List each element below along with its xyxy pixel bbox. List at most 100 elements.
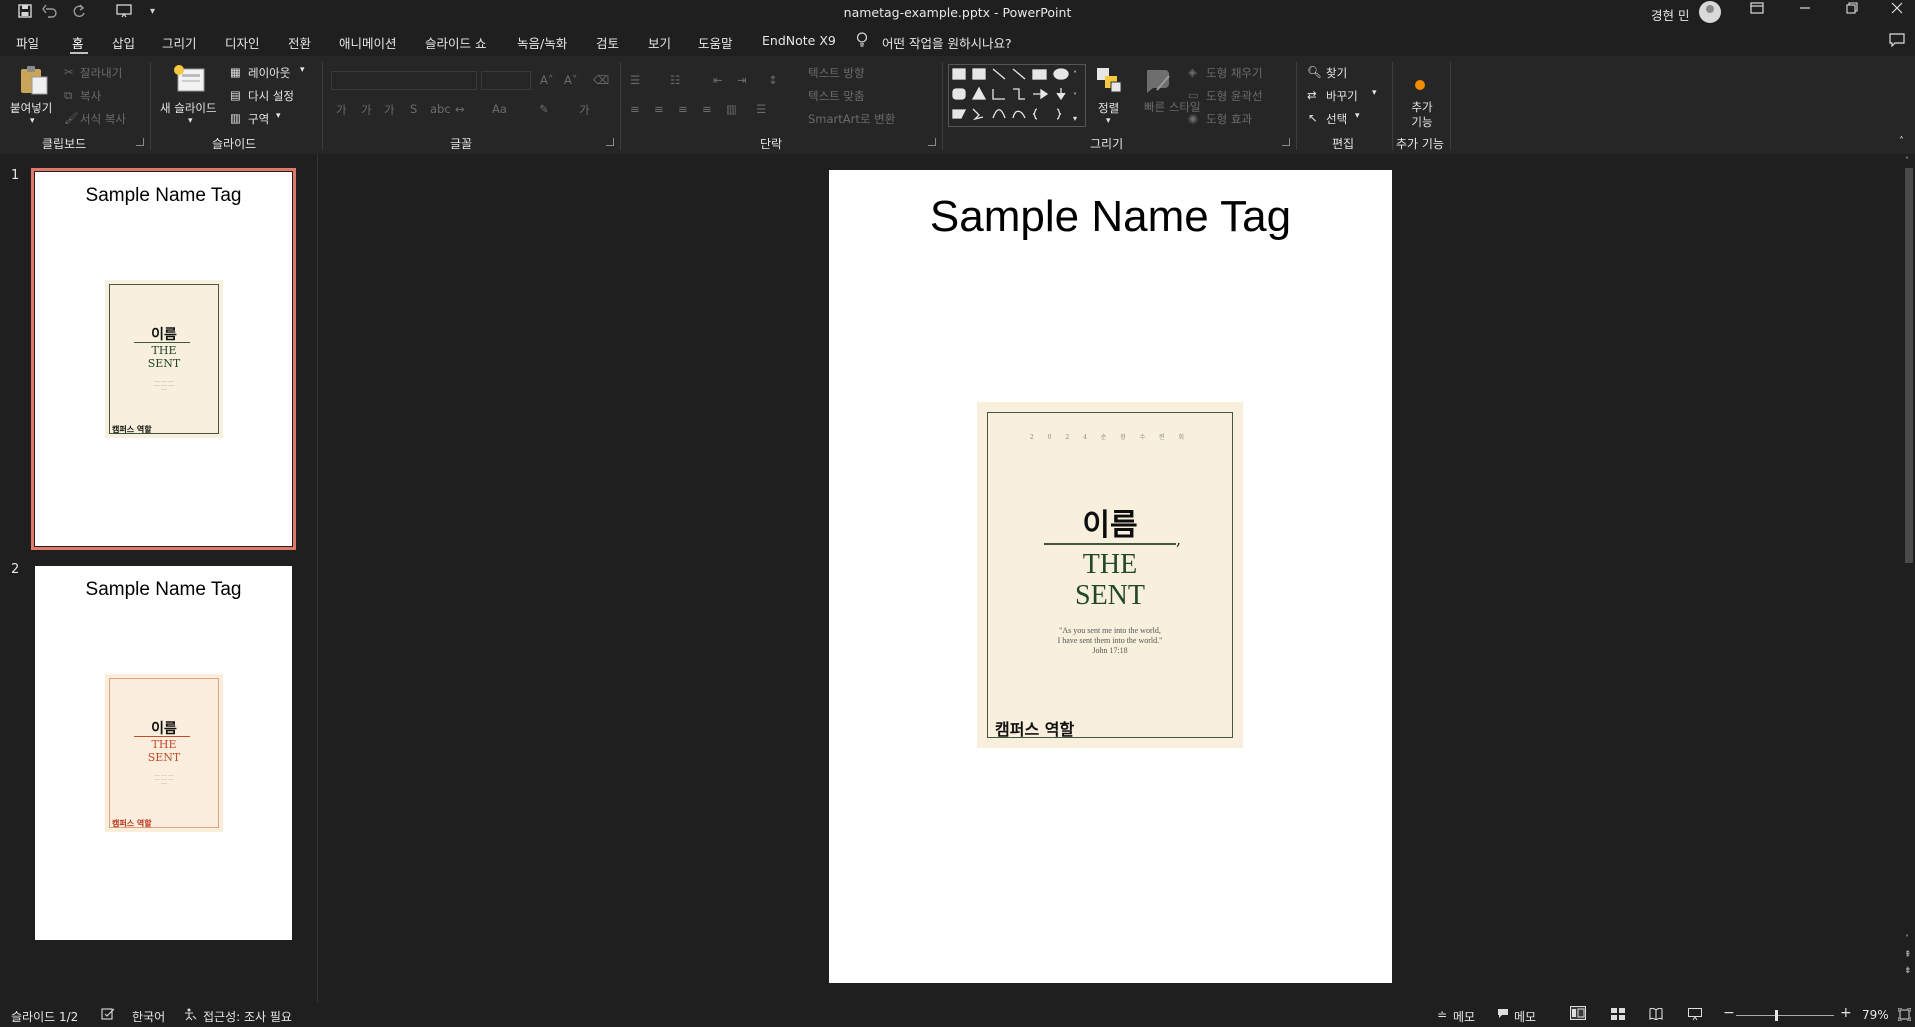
layout-button[interactable]: 레이아웃	[248, 65, 290, 81]
addins-button[interactable]: 추가 기능	[1411, 100, 1433, 130]
slide-thumbnail-1[interactable]: Sample Name Tag · · · · · · · · · 이름 THE…	[31, 168, 296, 550]
vertical-scrollbar[interactable]: ˄ ˅ ⇞ ⇟	[1903, 154, 1915, 1002]
slide-sorter-icon[interactable]	[1611, 1008, 1625, 1023]
tab-animations[interactable]: 애니메이션	[339, 33, 397, 52]
tab-endnote[interactable]: EndNote X9	[762, 33, 836, 48]
increase-indent-icon[interactable]: ⇥	[737, 73, 747, 87]
align-right-icon[interactable]: ≡	[678, 102, 688, 116]
name-tag-image[interactable]: 2 0 2 4 순 장 수 련 회 이름 , THE SENT "As you …	[977, 402, 1243, 748]
tab-draw[interactable]: 그리기	[162, 33, 197, 52]
tab-insert[interactable]: 삽입	[112, 33, 135, 52]
layout-dropdown-icon[interactable]: ▾	[300, 65, 305, 75]
accessibility-status[interactable]: 접근성: 조사 필요	[203, 1008, 292, 1025]
normal-view-icon[interactable]	[1570, 1006, 1586, 1023]
slide-show-icon[interactable]	[1688, 1008, 1702, 1024]
font-size-box[interactable]	[481, 71, 531, 90]
line-spacing-icon[interactable]: ↕	[768, 73, 778, 87]
shape-fill-button[interactable]: 도형 채우기	[1206, 65, 1263, 81]
comments-icon[interactable]	[1889, 33, 1905, 50]
shadow-icon[interactable]: abc	[430, 102, 451, 116]
avatar[interactable]	[1699, 1, 1721, 23]
zoom-slider-thumb[interactable]	[1775, 1010, 1778, 1021]
new-slide-dropdown-icon[interactable]: ▾	[188, 116, 193, 126]
arrange-icon[interactable]	[1095, 66, 1125, 98]
arrange-dropdown-icon[interactable]: ▾	[1106, 116, 1111, 126]
bold-icon[interactable]: 가	[336, 102, 347, 118]
font-color-icon[interactable]: 가	[579, 102, 590, 118]
slide-title[interactable]: Sample Name Tag	[829, 192, 1392, 242]
clipboard-launcher-icon[interactable]	[136, 138, 144, 146]
paragraph-more-icon[interactable]: ☰	[756, 102, 766, 116]
notes-button[interactable]: 메모	[1453, 1008, 1475, 1025]
addins-icon[interactable]	[1414, 76, 1426, 95]
tab-file[interactable]: 파일	[16, 33, 39, 52]
zoom-out-icon[interactable]: −	[1723, 1005, 1735, 1021]
find-button[interactable]: 찾기	[1326, 65, 1347, 81]
font-launcher-icon[interactable]	[606, 138, 614, 146]
shape-effects-icon[interactable]: ◉	[1188, 111, 1198, 125]
language-indicator[interactable]: 한국어	[132, 1008, 165, 1025]
scrollbar-thumb[interactable]	[1905, 168, 1913, 563]
section-icon[interactable]: ▥	[230, 111, 241, 125]
reset-button[interactable]: 다시 설정	[248, 88, 294, 104]
text-direction-button[interactable]: 텍스트 방향	[808, 65, 865, 81]
pane-splitter[interactable]	[317, 154, 318, 1002]
paragraph-launcher-icon[interactable]	[928, 138, 936, 146]
shape-outline-button[interactable]: 도형 윤곽선	[1206, 88, 1263, 104]
slide-thumbnail-2[interactable]: Sample Name Tag · · · · · · · · · 이름 THE…	[35, 566, 292, 940]
increase-font-size-icon[interactable]: A˄	[540, 73, 554, 87]
align-left-icon[interactable]: ≡	[630, 102, 640, 116]
smartart-button[interactable]: SmartArt로 변환	[808, 111, 895, 127]
select-dropdown-icon[interactable]: ▾	[1355, 111, 1360, 121]
tab-slide-show[interactable]: 슬라이드 쇼	[425, 33, 486, 52]
numbering-icon[interactable]: ☷	[670, 73, 680, 87]
comments-button[interactable]: 메모	[1514, 1008, 1536, 1025]
accessibility-icon[interactable]	[183, 1008, 197, 1024]
paste-dropdown-icon[interactable]: ▾	[30, 116, 35, 126]
zoom-level[interactable]: 79%	[1862, 1008, 1889, 1022]
quick-styles-icon[interactable]	[1143, 66, 1173, 98]
reset-icon[interactable]: ▤	[230, 88, 241, 102]
cut-button[interactable]: 잘라내기	[80, 65, 122, 81]
section-dropdown-icon[interactable]: ▾	[276, 111, 281, 121]
shapes-gallery[interactable]: ˄ ˅ ▾	[948, 64, 1086, 127]
shape-fill-icon[interactable]: ◈	[1188, 65, 1197, 79]
spelling-icon[interactable]	[101, 1008, 115, 1023]
align-text-button[interactable]: 텍스트 맞춤	[808, 88, 865, 104]
columns-icon[interactable]: ▥	[726, 102, 737, 116]
close-icon[interactable]	[1882, 2, 1912, 18]
select-icon[interactable]: ↖	[1308, 111, 1318, 125]
clear-formatting-icon[interactable]: ⌫	[593, 73, 609, 87]
previous-slide-icon[interactable]: ⇞	[1904, 950, 1912, 960]
bullets-icon[interactable]: ☰	[630, 73, 640, 87]
select-button[interactable]: 선택	[1326, 111, 1347, 127]
underline-icon[interactable]: 가	[384, 102, 395, 118]
replace-icon[interactable]: ⇄	[1307, 88, 1317, 102]
zoom-slider[interactable]	[1736, 1015, 1834, 1016]
restore-icon[interactable]	[1837, 2, 1867, 18]
tab-design[interactable]: 디자인	[225, 33, 260, 52]
collapse-ribbon-icon[interactable]: ˄	[1899, 136, 1904, 147]
font-name-box[interactable]	[331, 71, 477, 90]
tab-help[interactable]: 도움말	[698, 33, 733, 52]
tab-home[interactable]: 홈	[72, 33, 84, 52]
minimize-icon[interactable]	[1790, 2, 1820, 18]
format-painter-button[interactable]: 서식 복사	[80, 111, 126, 127]
new-slide-button[interactable]: 새 슬라이드	[160, 100, 217, 116]
strikethrough-icon[interactable]: S	[410, 102, 417, 116]
cut-icon[interactable]: ✂	[64, 65, 74, 79]
tab-transitions[interactable]: 전환	[288, 33, 311, 52]
highlight-color-icon[interactable]: ✎	[539, 102, 549, 116]
decrease-indent-icon[interactable]: ⇤	[713, 73, 723, 87]
fit-slide-icon[interactable]	[1897, 1007, 1912, 1024]
replace-dropdown-icon[interactable]: ▾	[1372, 88, 1377, 98]
section-button[interactable]: 구역	[248, 111, 269, 127]
arrange-button[interactable]: 정렬	[1098, 100, 1119, 116]
copy-button[interactable]: 복사	[80, 88, 101, 104]
zoom-in-icon[interactable]: +	[1840, 1005, 1852, 1021]
tab-review[interactable]: 검토	[596, 33, 619, 52]
tab-view[interactable]: 보기	[648, 33, 671, 52]
next-slide-icon[interactable]: ⇟	[1904, 966, 1912, 976]
ribbon-display-options-icon[interactable]	[1742, 2, 1772, 18]
change-case-button[interactable]: Aa	[492, 102, 507, 116]
